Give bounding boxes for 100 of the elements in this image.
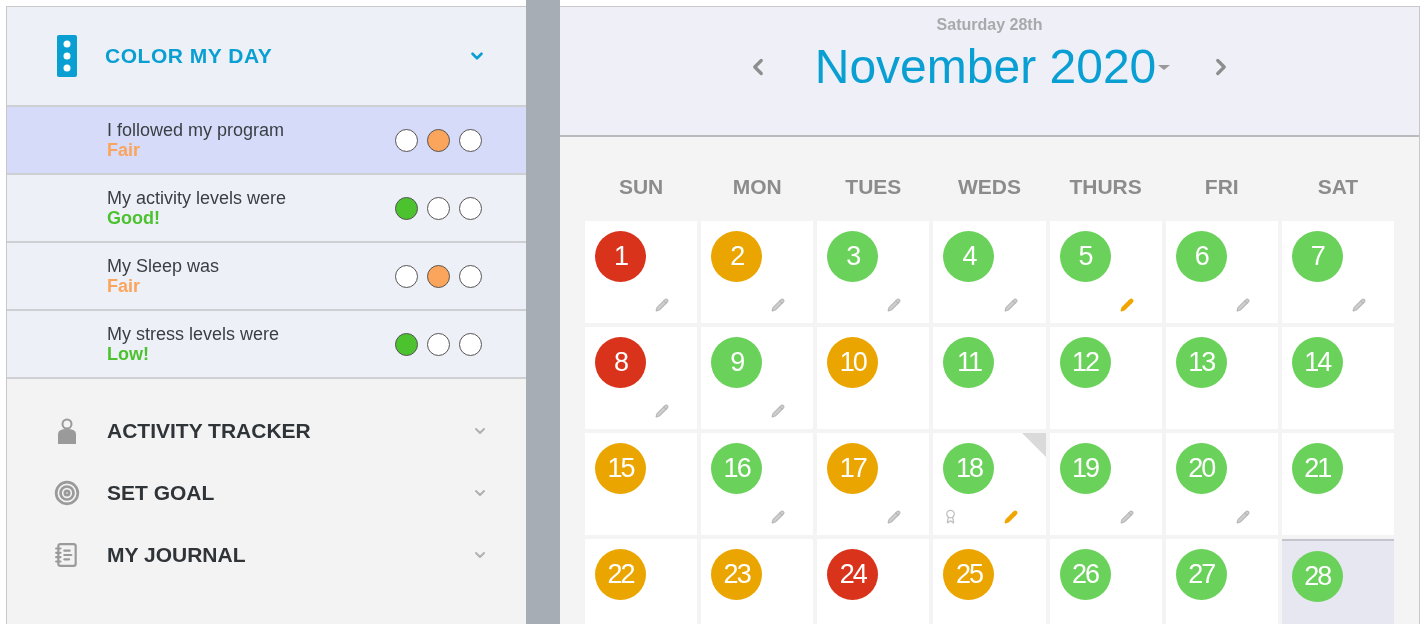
day-number[interactable]: 16 — [711, 442, 763, 494]
day-cell[interactable]: 22 — [585, 538, 698, 624]
rating-label: My Sleep was — [107, 256, 220, 276]
day-cell[interactable]: 11 — [933, 326, 1046, 429]
nav-item[interactable]: ACTIVITY TRACKER — [7, 415, 526, 447]
day-number[interactable]: 9 — [711, 336, 763, 388]
pencil-icon[interactable] — [1352, 297, 1366, 312]
day-number[interactable]: 22 — [595, 548, 646, 600]
date-subtitle: Saturday 28th — [936, 15, 1043, 35]
rating-label: I followed my program — [107, 120, 285, 140]
pencil-icon[interactable] — [1003, 509, 1018, 524]
pencil-icon[interactable] — [771, 297, 786, 312]
day-cell[interactable]: 8 — [585, 326, 698, 429]
day-cell[interactable]: 19 — [1049, 432, 1162, 535]
day-number[interactable]: 8 — [595, 336, 646, 388]
nav-label: SET GOAL — [107, 480, 215, 507]
weekday-label: SUN — [617, 174, 665, 200]
day-cell[interactable]: 17 — [817, 432, 930, 535]
rating-value: Low! — [107, 344, 150, 364]
rating-label: My activity levels were — [107, 188, 287, 208]
nav-label: MY JOURNAL — [107, 542, 246, 569]
day-number[interactable]: 4 — [943, 230, 995, 282]
day-number[interactable]: 18 — [943, 442, 995, 494]
day-cell[interactable]: 26 — [1049, 538, 1162, 624]
day-cell[interactable]: 4 — [933, 220, 1046, 323]
day-cell[interactable]: 15 — [585, 432, 698, 535]
day-number[interactable]: 27 — [1175, 548, 1227, 600]
rating-value: Fair — [107, 140, 141, 160]
day-cell[interactable]: 24 — [817, 538, 930, 624]
month-title[interactable]: November 2020 — [814, 39, 1157, 95]
day-cell[interactable]: 20 — [1165, 432, 1278, 535]
day-number[interactable]: 14 — [1291, 336, 1343, 388]
day-cell[interactable]: 28 — [1281, 538, 1394, 624]
day-number[interactable]: 19 — [1059, 442, 1111, 494]
weekday-label: WEDS — [957, 174, 1022, 200]
pencil-icon[interactable] — [655, 403, 670, 418]
day-cell[interactable]: 14 — [1281, 326, 1394, 429]
weekday-label: TUES — [844, 174, 903, 200]
day-number[interactable]: 24 — [827, 548, 879, 600]
day-number[interactable]: 28 — [1291, 550, 1343, 602]
day-number[interactable]: 5 — [1059, 230, 1111, 282]
day-cell[interactable]: 2 — [701, 220, 814, 323]
pencil-icon[interactable] — [1003, 297, 1018, 312]
day-number[interactable]: 17 — [827, 442, 879, 494]
day-number[interactable]: 13 — [1175, 336, 1227, 388]
day-cell[interactable]: 5 — [1049, 220, 1162, 323]
journal-icon — [54, 542, 80, 568]
day-number[interactable]: 2 — [711, 230, 763, 282]
day-cell[interactable]: 16 — [701, 432, 814, 535]
pencil-icon[interactable] — [1235, 297, 1250, 312]
weekday-label: SAT — [1316, 174, 1360, 200]
target-icon — [54, 480, 80, 506]
day-number[interactable]: 20 — [1175, 442, 1227, 494]
pencil-icon[interactable] — [887, 509, 902, 524]
day-cell[interactable]: 27 — [1165, 538, 1278, 624]
day-cell[interactable]: 18 — [933, 432, 1046, 535]
pencil-icon[interactable] — [1119, 509, 1134, 524]
day-number[interactable]: 15 — [595, 442, 646, 494]
pencil-icon[interactable] — [1235, 509, 1250, 524]
nav-label: ACTIVITY TRACKER — [107, 418, 311, 445]
weekday-label: FRI — [1203, 174, 1240, 200]
nav-item[interactable]: SET GOAL — [7, 477, 526, 509]
pencil-icon[interactable] — [1119, 297, 1134, 312]
day-number[interactable]: 23 — [711, 548, 763, 600]
weekday-label: THURS — [1068, 174, 1143, 200]
day-number[interactable]: 1 — [595, 230, 646, 282]
nav-item[interactable]: MY JOURNAL — [7, 539, 526, 571]
weekday-label: MON — [731, 174, 783, 200]
day-number[interactable]: 3 — [827, 230, 879, 282]
day-number[interactable]: 21 — [1291, 442, 1343, 494]
rating-row[interactable]: My stress levels were Low! — [7, 311, 526, 379]
day-cell[interactable]: 23 — [701, 538, 814, 624]
day-cell[interactable]: 3 — [817, 220, 930, 323]
day-cell[interactable]: 13 — [1165, 326, 1278, 429]
rating-row[interactable]: My activity levels were Good! — [7, 175, 526, 243]
day-number[interactable]: 25 — [943, 548, 995, 600]
rating-row[interactable]: I followed my program Fair — [7, 107, 526, 175]
day-cell[interactable]: 1 — [585, 220, 698, 323]
day-number[interactable]: 7 — [1291, 230, 1343, 282]
day-number[interactable]: 11 — [943, 336, 995, 388]
day-number[interactable]: 6 — [1175, 230, 1227, 282]
day-cell[interactable]: 12 — [1049, 326, 1162, 429]
day-number[interactable]: 26 — [1059, 548, 1111, 600]
day-cell[interactable]: 7 — [1281, 220, 1394, 323]
day-cell[interactable]: 9 — [701, 326, 814, 429]
rating-row[interactable]: My Sleep was Fair — [7, 243, 526, 311]
pencil-icon[interactable] — [771, 403, 786, 418]
pencil-icon[interactable] — [771, 509, 786, 524]
day-cell[interactable]: 6 — [1165, 220, 1278, 323]
day-number[interactable]: 12 — [1059, 336, 1111, 388]
pencil-icon[interactable] — [887, 297, 902, 312]
dropdown-caret-icon[interactable] — [1158, 63, 1171, 71]
section-title[interactable]: COLOR MY DAY — [105, 40, 273, 72]
rating-value: Fair — [107, 276, 141, 296]
rating-value: Good! — [107, 208, 161, 228]
day-cell[interactable]: 10 — [817, 326, 930, 429]
pencil-icon[interactable] — [655, 297, 670, 312]
day-cell[interactable]: 21 — [1281, 432, 1394, 535]
day-number[interactable]: 10 — [827, 336, 879, 388]
day-cell[interactable]: 25 — [933, 538, 1046, 624]
